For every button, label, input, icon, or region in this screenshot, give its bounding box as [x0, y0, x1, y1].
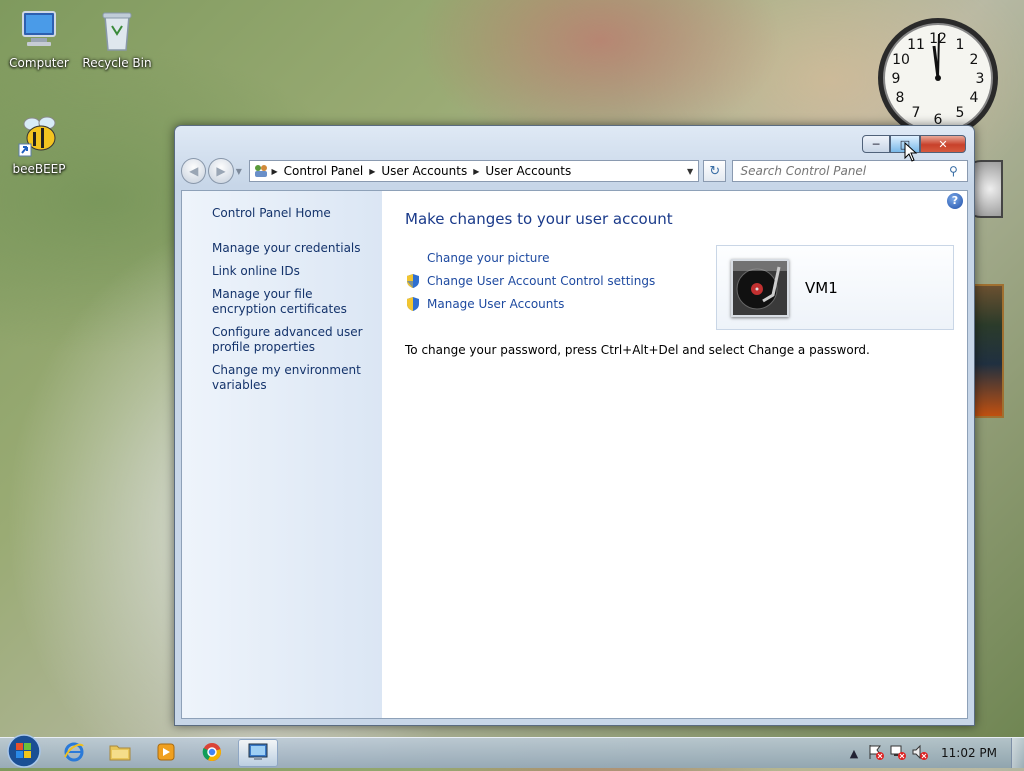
- task-pane: Control Panel Home Manage your credentia…: [182, 191, 382, 718]
- minimize-button[interactable]: ─: [862, 135, 890, 153]
- help-icon[interactable]: ?: [947, 193, 963, 209]
- breadcrumb-separator[interactable]: ▶: [473, 167, 479, 176]
- breadcrumb-control-panel[interactable]: Control Panel: [284, 164, 364, 178]
- forward-button[interactable]: ▶: [208, 158, 234, 184]
- svg-text:4: 4: [970, 90, 979, 106]
- desktop-icon-label: Computer: [9, 56, 69, 70]
- user-name: VM1: [805, 278, 838, 297]
- address-dropdown-icon[interactable]: ▼: [682, 167, 698, 176]
- svg-text:5: 5: [956, 105, 965, 121]
- network-icon[interactable]: [887, 744, 909, 763]
- taskbar-control-panel[interactable]: [238, 739, 278, 767]
- svg-text:9: 9: [892, 71, 901, 87]
- main-pane: ? Make changes to your user account Chan…: [382, 191, 967, 718]
- link-online-ids-link[interactable]: Link online IDs: [212, 264, 372, 279]
- breadcrumb-separator[interactable]: ▶: [369, 167, 375, 176]
- content-area: Control Panel Home Manage your credentia…: [181, 190, 968, 719]
- breadcrumb-separator[interactable]: ▶: [271, 167, 277, 176]
- file-encryption-certificates-link[interactable]: Manage your file encryption certificates: [212, 287, 372, 317]
- volume-icon[interactable]: [909, 744, 931, 763]
- navigation-bar: ◀ ▶ ▼ ▶ Control Panel ▶ User Accounts ▶ …: [181, 158, 968, 184]
- taskbar: ▲ 11:02 PM: [0, 734, 1024, 768]
- refresh-icon: ↻: [709, 163, 721, 179]
- manage-credentials-link[interactable]: Manage your credentials: [212, 241, 372, 256]
- computer-icon: [17, 8, 61, 52]
- search-icon[interactable]: ⚲: [949, 164, 967, 178]
- taskbar-windows-explorer[interactable]: [100, 739, 140, 767]
- svg-text:1: 1: [956, 37, 965, 53]
- mouse-cursor-icon: [904, 141, 918, 162]
- search-box[interactable]: ⚲: [732, 160, 968, 182]
- task-label: Change User Account Control settings: [427, 273, 656, 288]
- close-button[interactable]: ✕: [920, 135, 966, 153]
- svg-text:10: 10: [892, 52, 910, 68]
- page-title: Make changes to your user account: [405, 210, 673, 228]
- show-hidden-icons-icon[interactable]: ▲: [843, 747, 865, 760]
- address-bar[interactable]: ▶ Control Panel ▶ User Accounts ▶ User A…: [249, 160, 700, 182]
- taskbar-internet-explorer[interactable]: [54, 739, 94, 767]
- folder-icon: [109, 742, 131, 765]
- media-player-icon: [156, 742, 176, 765]
- chrome-icon: [202, 742, 222, 765]
- control-panel-icon: [253, 162, 271, 181]
- clock-gadget[interactable]: 1212 345 678 91011: [876, 16, 1000, 140]
- control-panel-home-link[interactable]: Control Panel Home: [212, 206, 382, 220]
- desktop-icon-label: beeBEEP: [12, 162, 66, 176]
- start-button[interactable]: [2, 730, 48, 768]
- notification-area: ▲ 11:02 PM: [843, 738, 1024, 768]
- bee-icon: [17, 114, 61, 158]
- svg-text:11: 11: [907, 37, 925, 53]
- shield-icon: [405, 273, 421, 289]
- system-clock[interactable]: 11:02 PM: [941, 746, 997, 760]
- internet-explorer-icon: [63, 741, 85, 766]
- back-button[interactable]: ◀: [181, 158, 207, 184]
- action-center-icon[interactable]: [865, 744, 887, 763]
- task-label: Manage User Accounts: [427, 296, 565, 311]
- breadcrumb-user-accounts-current[interactable]: User Accounts: [485, 164, 571, 178]
- breadcrumb-user-accounts[interactable]: User Accounts: [381, 164, 467, 178]
- desktop-icon-beebeep[interactable]: beeBEEP: [1, 114, 77, 176]
- desktop-icon-computer[interactable]: Computer: [1, 8, 77, 70]
- user-account-tile: VM1: [716, 245, 954, 330]
- taskbar-media-player[interactable]: [146, 739, 186, 767]
- user-picture[interactable]: [731, 258, 789, 317]
- recent-pages-dropdown[interactable]: ▼: [236, 167, 246, 176]
- svg-text:2: 2: [970, 52, 979, 68]
- svg-text:8: 8: [896, 90, 905, 106]
- control-panel-icon: [248, 743, 268, 764]
- taskbar-chrome[interactable]: [192, 739, 232, 767]
- show-desktop-button[interactable]: [1011, 738, 1024, 768]
- desktop-icon-recycle-bin[interactable]: Recycle Bin: [79, 8, 155, 70]
- recycle-bin-icon: [95, 8, 139, 52]
- environment-variables-link[interactable]: Change my environment variables: [212, 363, 372, 393]
- shield-icon: [405, 296, 421, 312]
- control-panel-window: ─ □ ✕ ◀ ▶ ▼ ▶ Control Panel ▶ User Accou…: [174, 125, 975, 726]
- desktop-icon-label: Recycle Bin: [82, 56, 152, 70]
- task-label: Change your picture: [427, 250, 550, 265]
- svg-text:7: 7: [912, 105, 921, 121]
- svg-text:3: 3: [976, 71, 985, 87]
- password-note: To change your password, press Ctrl+Alt+…: [405, 343, 870, 357]
- side-gadget[interactable]: [970, 284, 1004, 418]
- advanced-user-profile-link[interactable]: Configure advanced user profile properti…: [212, 325, 372, 355]
- search-input[interactable]: [733, 163, 949, 179]
- refresh-button[interactable]: ↻: [703, 160, 727, 182]
